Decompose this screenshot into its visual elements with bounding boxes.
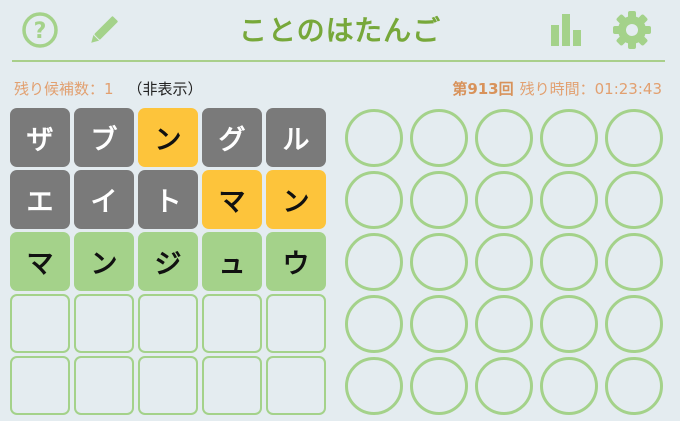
candidate-circle[interactable]	[410, 357, 468, 415]
candidate-circle[interactable]	[540, 357, 598, 415]
empty-tile	[202, 356, 262, 415]
candidate-circle[interactable]	[540, 109, 598, 167]
candidate-circle[interactable]	[475, 171, 533, 229]
round-info: 第913回 残り時間：01:23:43	[452, 78, 662, 99]
empty-tile	[74, 294, 134, 353]
candidate-circle[interactable]	[540, 233, 598, 291]
hidden-toggle[interactable]: （非表示）	[128, 80, 203, 98]
letter-tile: ュ	[202, 232, 262, 291]
letter-tile: ジ	[138, 232, 198, 291]
candidate-circle[interactable]	[475, 233, 533, 291]
letter-tile: ブ	[74, 108, 134, 167]
letter-tile: グ	[202, 108, 262, 167]
empty-tile	[266, 294, 326, 353]
letter-tile: ン	[138, 108, 198, 167]
round-number: 第913回	[452, 80, 514, 98]
stats-icon[interactable]	[546, 10, 586, 50]
candidate-circle[interactable]	[605, 295, 663, 353]
candidate-circle[interactable]	[475, 357, 533, 415]
candidate-circle[interactable]	[605, 233, 663, 291]
empty-tile	[74, 356, 134, 415]
header: ? ことのはたんご	[0, 0, 680, 62]
letter-tile: ン	[266, 170, 326, 229]
candidate-circle[interactable]	[540, 171, 598, 229]
candidate-circle[interactable]	[410, 171, 468, 229]
letter-tile: エ	[10, 170, 70, 229]
letter-tile: ウ	[266, 232, 326, 291]
remaining-candidates: 残り候補数：1	[14, 80, 114, 98]
header-divider	[12, 60, 665, 62]
candidate-circle[interactable]	[605, 357, 663, 415]
candidate-circle[interactable]	[475, 109, 533, 167]
empty-tile	[10, 356, 70, 415]
candidate-circle[interactable]	[345, 295, 403, 353]
letter-tile: ン	[74, 232, 134, 291]
candidate-circle[interactable]	[475, 295, 533, 353]
candidate-circle[interactable]	[345, 109, 403, 167]
candidate-circle[interactable]	[410, 109, 468, 167]
empty-tile	[202, 294, 262, 353]
letter-tile: マ	[202, 170, 262, 229]
candidate-circle[interactable]	[605, 171, 663, 229]
guess-board: ザブングルエイトマンマンジュウ	[10, 108, 326, 415]
gear-icon[interactable]	[610, 8, 654, 52]
candidate-circle[interactable]	[345, 357, 403, 415]
empty-tile	[138, 294, 198, 353]
candidates-info: 残り候補数：1 （非表示）	[14, 78, 203, 99]
letter-tile: ト	[138, 170, 198, 229]
empty-tile	[10, 294, 70, 353]
candidate-circle[interactable]	[345, 171, 403, 229]
letter-tile: マ	[10, 232, 70, 291]
time-remaining: 残り時間：01:23:43	[519, 80, 662, 98]
empty-tile	[266, 356, 326, 415]
candidate-circles	[345, 109, 663, 415]
letter-tile: ル	[266, 108, 326, 167]
letter-tile: イ	[74, 170, 134, 229]
candidate-circle[interactable]	[410, 295, 468, 353]
candidate-circle[interactable]	[540, 295, 598, 353]
letter-tile: ザ	[10, 108, 70, 167]
candidate-circle[interactable]	[345, 233, 403, 291]
empty-tile	[138, 356, 198, 415]
candidate-circle[interactable]	[410, 233, 468, 291]
candidate-circle[interactable]	[605, 109, 663, 167]
